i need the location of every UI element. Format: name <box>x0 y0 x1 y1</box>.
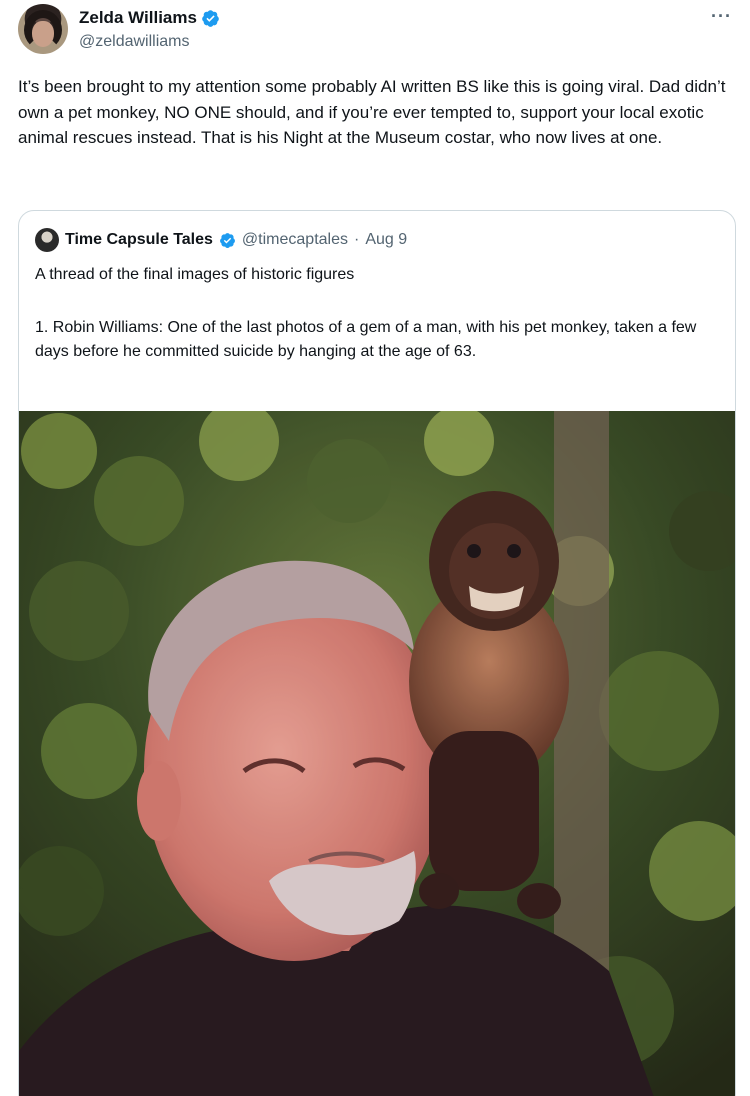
tweet-text: It’s been brought to my attention some p… <box>18 77 726 147</box>
author-name-row[interactable]: Zelda Williams <box>79 8 220 28</box>
quoted-header: Time Capsule Tales @timecaptales · Aug 9 <box>35 228 407 252</box>
quoted-display-name[interactable]: Time Capsule Tales <box>65 231 213 249</box>
quoted-avatar[interactable] <box>35 228 59 252</box>
meta-separator: · <box>353 231 360 248</box>
tweet-header: Zelda Williams @zeldawilliams ··· <box>18 4 732 56</box>
quoted-text-line1: A thread of the final images of historic… <box>35 266 355 283</box>
more-options-icon[interactable]: ··· <box>711 6 732 27</box>
quoted-photo[interactable] <box>19 411 735 1096</box>
quoted-text-line2: 1. Robin Williams: One of the last photo… <box>35 319 697 360</box>
tweet-card[interactable]: Zelda Williams @zeldawilliams ··· It’s b… <box>0 0 750 1096</box>
quoted-tweet[interactable]: Time Capsule Tales @timecaptales · Aug 9… <box>18 210 736 1096</box>
author-display-name[interactable]: Zelda Williams <box>79 8 197 28</box>
profile-avatar[interactable] <box>18 4 68 54</box>
photo-illustration <box>19 411 735 1096</box>
verified-badge-icon <box>219 232 235 248</box>
verified-badge-icon <box>202 9 219 27</box>
author-handle[interactable]: @zeldawilliams <box>79 33 190 51</box>
quoted-handle[interactable]: @timecaptales <box>242 231 348 249</box>
quoted-date[interactable]: Aug 9 <box>365 231 407 249</box>
